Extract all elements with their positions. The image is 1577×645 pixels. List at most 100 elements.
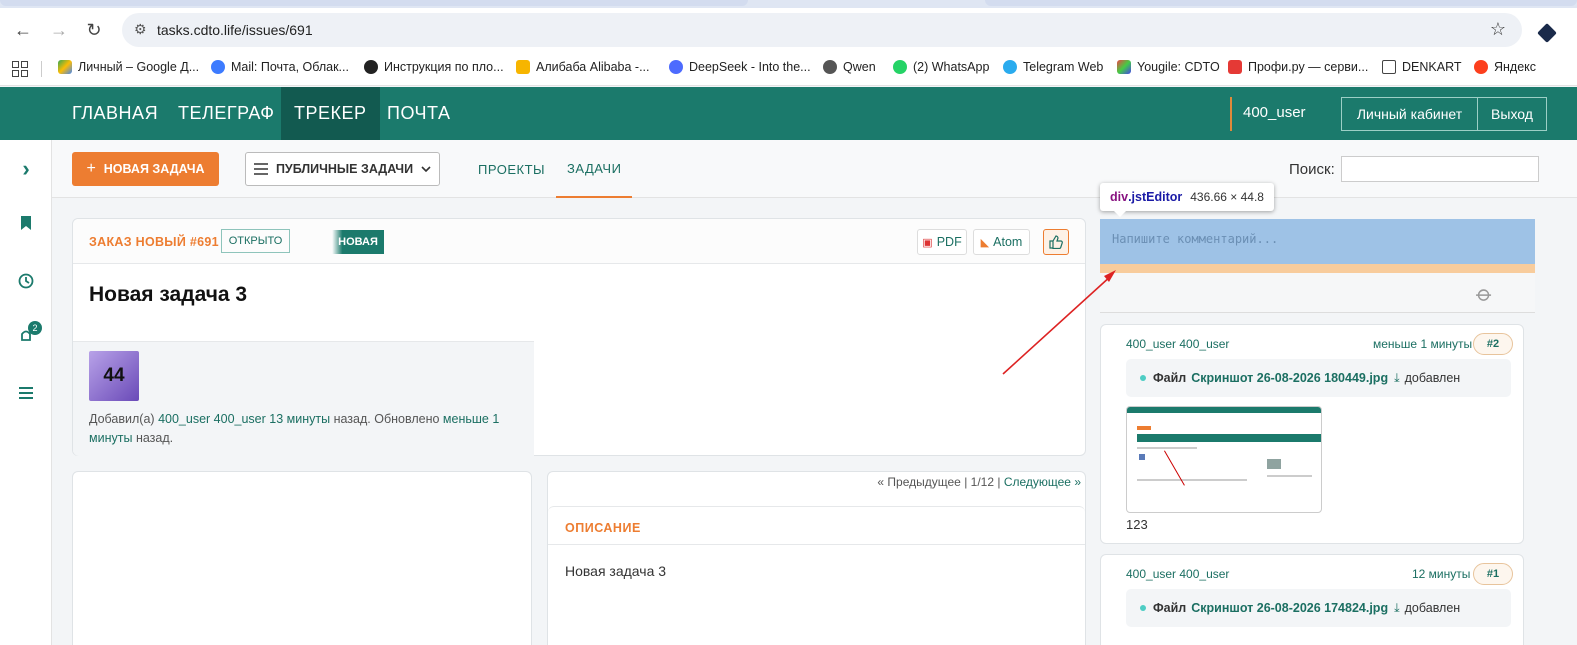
chevron-down-icon (421, 166, 431, 172)
search-input[interactable] (1341, 156, 1539, 182)
author-link[interactable]: 400_user 400_user (158, 412, 266, 426)
thumb-part (1137, 447, 1197, 449)
logout-button[interactable]: Выход (1477, 97, 1547, 131)
nav-tracker[interactable]: ТРЕКЕР (281, 87, 380, 140)
download-icon[interactable]: ⤓ (1394, 601, 1400, 616)
comment-number[interactable]: #2 (1473, 333, 1513, 355)
apps-icon[interactable] (12, 61, 28, 77)
file-link[interactable]: Скриншот 26-08-2026 174824.jpg (1191, 601, 1388, 615)
cabinet-button[interactable]: Личный кабинет (1341, 97, 1478, 131)
yandex-icon (1474, 60, 1488, 74)
new-task-button[interactable]: + НОВАЯ ЗАДАЧА (72, 152, 219, 186)
expand-chevron-icon[interactable]: › (16, 156, 36, 181)
bookmark-label: DeepSeek - Into the... (689, 60, 811, 74)
comment-editor[interactable]: Напишите комментарий... (1100, 219, 1535, 264)
file-link[interactable]: Скриншот 26-08-2026 180449.jpg (1191, 371, 1388, 385)
updated-link[interactable]: минуты (89, 431, 132, 445)
description-box: ОПИСАНИЕ Новая задача 3 (548, 506, 1085, 645)
issue-meta: Добавил(а) 400_user 400_user 13 минуты н… (89, 410, 519, 448)
like-button[interactable] (1043, 229, 1069, 255)
qwen-icon (823, 60, 837, 74)
thumb-part (1267, 459, 1281, 469)
pager: « Предыдущее | 1/12 | Следующее » (877, 475, 1081, 489)
bookmark-item[interactable]: Mail: Почта, Облак... (211, 60, 349, 74)
bookmark-label: Инструкция по пло... (384, 60, 504, 74)
meta-text: назад. Обновлено (333, 412, 440, 426)
browser-toolbar: ← → ↻ ⚙ tasks.cdto.life/issues/691 ☆ (0, 8, 1577, 52)
added-label: добавлен (1404, 371, 1461, 385)
bookmark-item[interactable]: DeepSeek - Into the... (669, 60, 811, 74)
public-tasks-dropdown[interactable]: ПУБЛИЧНЫЕ ЗАДАЧИ (245, 152, 440, 186)
nav-home[interactable]: ГЛАВНАЯ (60, 87, 170, 140)
bookmark-item[interactable]: Личный – Google Д... (58, 60, 199, 74)
tab-projects[interactable]: ПРОЕКТЫ (478, 140, 545, 198)
bookmark-star-icon[interactable]: ☆ (1490, 19, 1506, 40)
current-user[interactable]: 400_user (1243, 104, 1306, 121)
comment-card: 400_user 400_user меньше 1 минуты #2 Фай… (1100, 324, 1524, 544)
instruction-icon (364, 60, 378, 74)
bookmark-label: Алибаба Alibaba -... (536, 60, 650, 74)
nav-telegraph[interactable]: ТЕЛЕГРАФ (166, 87, 286, 140)
bookmark-item[interactable]: Yougile: CDTO (1117, 60, 1220, 74)
comment-author[interactable]: 400_user 400_user (1126, 567, 1229, 581)
forward-icon[interactable]: → (47, 18, 71, 42)
paperclip-icon[interactable]: ⌀ (1470, 280, 1498, 308)
issue-title: Новая задача 3 (89, 283, 248, 306)
pdf-button[interactable]: ▣ PDF (917, 229, 967, 255)
bookmark-label: DENKART (1402, 60, 1462, 74)
rss-icon: ◣ (980, 236, 990, 249)
comment-author[interactable]: 400_user 400_user (1126, 337, 1229, 351)
browser-tab[interactable] (985, 0, 1577, 6)
url-text[interactable]: tasks.cdto.life/issues/691 (157, 22, 313, 38)
bookmark-item[interactable]: Профи.ру — серви... (1228, 60, 1368, 74)
added-label: добавлен (1404, 601, 1461, 615)
pdf-icon: ▣ (922, 236, 933, 249)
bookmark-item[interactable]: (2) WhatsApp (893, 60, 989, 74)
issue-toolbar: ЗАКАЗ НОВЫЙ #691 ОТКРЫТО НОВАЯ ▣ PDF ◣ Ato… (73, 219, 1085, 264)
next-link[interactable]: Следующее » (1004, 475, 1081, 489)
mail-icon (211, 60, 225, 74)
site-info-icon[interactable]: ⚙ (134, 21, 147, 38)
bookmark-item[interactable]: Яндекс (1474, 60, 1536, 74)
bookmark-label: Профи.ру — серви... (1248, 60, 1369, 74)
updated-link[interactable]: меньше 1 (443, 412, 499, 426)
google-drive-icon (58, 60, 72, 74)
menu-icon[interactable] (16, 383, 36, 403)
clock-icon[interactable] (16, 271, 36, 291)
reload-icon[interactable]: ↻ (82, 18, 106, 42)
left-sidebar: › 2 (0, 140, 52, 645)
bookmark-icon[interactable] (16, 213, 36, 233)
nav-mail[interactable]: ПОЧТА (375, 87, 462, 140)
bookmark-item[interactable]: Алибаба Alibaba -... (516, 60, 650, 74)
address-bar[interactable]: ⚙ tasks.cdto.life/issues/691 ☆ (122, 13, 1522, 47)
comment-time[interactable]: меньше 1 минуты (1373, 337, 1472, 351)
browser-tab[interactable] (0, 0, 748, 6)
comment-number[interactable]: #1 (1473, 563, 1513, 585)
atom-button[interactable]: ◣ Atom (973, 229, 1030, 255)
extension-icon[interactable] (1537, 23, 1557, 43)
issue-id: ЗАКАЗ НОВЫЙ #691 (89, 235, 219, 249)
back-icon[interactable]: ← (11, 18, 35, 42)
bookmark-label: Mail: Почта, Облак... (231, 60, 349, 74)
thumb-part (1267, 475, 1312, 477)
tab-tasks[interactable]: ЗАДАЧИ (556, 140, 633, 198)
bookmark-item[interactable]: Telegram Web (1003, 60, 1103, 74)
notifications-badge: 2 (28, 321, 42, 335)
tooltip-tag: div (1110, 190, 1129, 204)
comment-time[interactable]: 12 минуты (1412, 567, 1470, 581)
bookmark-item[interactable]: Инструкция по пло... (364, 60, 504, 74)
bookmark-label: (2) WhatsApp (913, 60, 990, 74)
created-link[interactable]: 13 минуты (269, 412, 330, 426)
description-text: Новая задача 3 (565, 563, 667, 579)
attachment-thumbnail[interactable] (1126, 406, 1322, 513)
pdf-label: PDF (936, 235, 962, 249)
download-icon[interactable]: ⤓ (1394, 371, 1400, 386)
user-divider (1230, 97, 1232, 131)
bookmark-item[interactable]: DENKART (1382, 60, 1462, 74)
alibaba-icon (516, 60, 530, 74)
search-label: Поиск: (1289, 161, 1335, 178)
bookmark-label: Яндекс (1494, 60, 1537, 74)
bookmark-label: Личный – Google Д... (78, 60, 200, 74)
prev-link[interactable]: « Предыдущее (877, 475, 960, 489)
bookmark-item[interactable]: Qwen (823, 60, 876, 74)
